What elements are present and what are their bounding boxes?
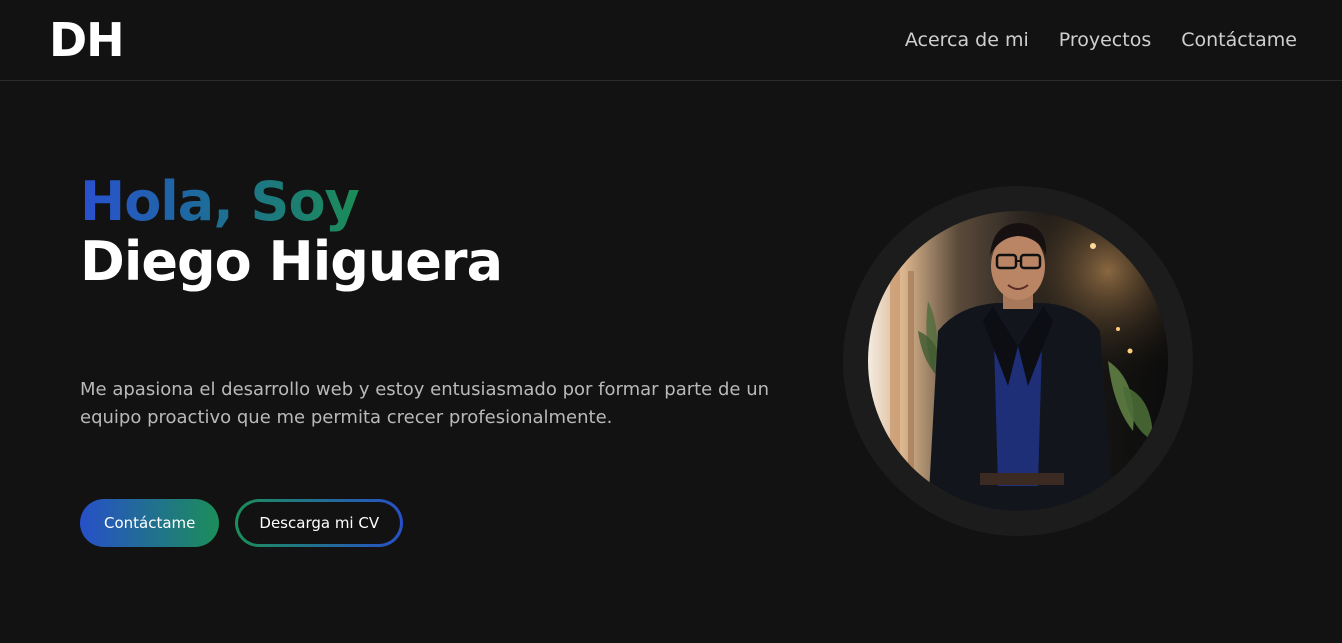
profile-photo-illustration: [868, 211, 1168, 511]
contact-button[interactable]: Contáctame: [80, 499, 220, 547]
nav-link-about[interactable]: Acerca de mi: [905, 27, 1029, 53]
site-header: DH Acerca de mi Proyectos Contáctame: [0, 0, 1342, 81]
download-cv-button[interactable]: Descarga mi CV: [235, 499, 404, 547]
profile-photo: [868, 211, 1168, 511]
download-cv-label: Descarga mi CV: [238, 502, 401, 544]
logo[interactable]: DH: [49, 14, 125, 66]
hero-name: Diego Higuera: [80, 230, 503, 293]
main-nav: Acerca de mi Proyectos Contáctame: [905, 27, 1297, 53]
hero-greeting: Hola, Soy: [80, 170, 360, 233]
nav-link-projects[interactable]: Proyectos: [1059, 27, 1152, 53]
nav-link-contact[interactable]: Contáctame: [1181, 27, 1297, 53]
hero-intro: Me apasiona el desarrollo web y estoy en…: [80, 379, 770, 428]
hero-title: Hola, Soy Diego Higuera: [80, 170, 503, 293]
hero-buttons: Contáctame Descarga mi CV: [80, 499, 404, 547]
